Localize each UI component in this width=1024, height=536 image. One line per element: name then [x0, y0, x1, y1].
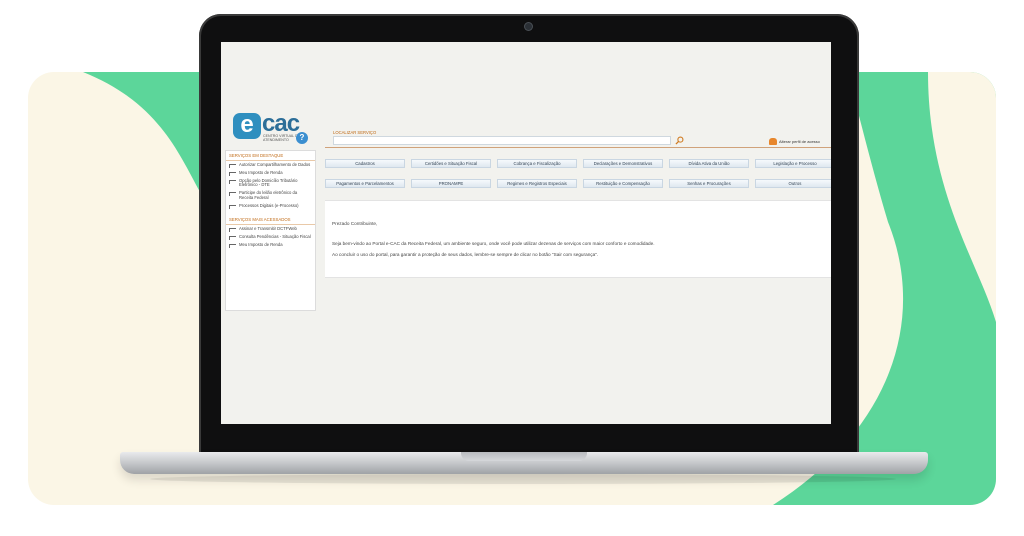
sidebar-highlight-title: SERVIÇOS EM DESTAQUE [226, 151, 315, 161]
service-button[interactable]: PRONAMPE [411, 179, 491, 188]
service-button[interactable]: Outros [755, 179, 831, 188]
laptop-base [120, 452, 928, 474]
sidebar-highlight-item[interactable]: Participe do leilão eletrônico da Receit… [226, 190, 315, 203]
service-button[interactable]: Declarações e Demonstrativos [583, 159, 663, 168]
sidebar-accessed-item[interactable]: Meu Imposto de Renda [226, 241, 315, 249]
search-label: LOCALIZAR SERVIÇO [333, 130, 377, 135]
sidebar-accessed-list: Assinar e Transmitir DCTFWeb Consulta Pen… [226, 225, 315, 249]
link-arrow-icon [229, 179, 236, 184]
camera-icon [525, 23, 532, 30]
service-button[interactable]: Cobrança e Fiscalização [497, 159, 577, 168]
sidebar-highlight-item-label: Opção pelo Domicílio Tributário Eletrôni… [239, 177, 298, 188]
link-arrow-icon [229, 171, 236, 176]
sidebar-highlight-item-label: Meu Imposto de Renda [239, 169, 283, 175]
sidebar-highlight-item[interactable]: Processos Digitais (e-Processo) [226, 202, 315, 210]
logo-letter: e [233, 113, 261, 139]
search-input[interactable] [333, 136, 671, 145]
link-arrow-icon [229, 192, 236, 197]
service-button[interactable]: Cadastros [325, 159, 405, 168]
welcome-panel: Prezado Contribuinte, Seja bem-vindo ao … [325, 200, 831, 278]
sidebar-highlight-item[interactable]: Meu Imposto de Renda [226, 169, 315, 177]
sidebar-highlight-item-label: Autorizar Compartilhamento de Dados [239, 161, 311, 167]
laptop-shadow [150, 474, 896, 484]
link-arrow-icon [229, 163, 236, 168]
service-button[interactable]: Dívida Ativa da União [669, 159, 749, 168]
sidebar-accessed-item-label: Consulta Pendências - Situação Fiscal [239, 233, 311, 239]
service-button[interactable]: Senhas e Procurações [669, 179, 749, 188]
link-arrow-icon [229, 227, 236, 232]
sidebar-highlight-list: Autorizar Compartilhamento de Dados Meu I… [226, 161, 315, 210]
service-button[interactable]: Legislação e Processo [755, 159, 831, 168]
laptop-notch [461, 452, 587, 461]
help-icon[interactable]: ? [296, 132, 308, 144]
welcome-line-1: Seja bem-vindo ao Portal e-CAC da Receit… [332, 241, 655, 246]
service-button[interactable]: Certidões e Situação Fiscal [411, 159, 491, 168]
link-arrow-icon [229, 235, 236, 240]
services-menu: Cadastros Certidões e Situação Fiscal Cobr… [325, 154, 831, 198]
service-button[interactable]: Pagamentos e Parcelamentos [325, 179, 405, 188]
service-button[interactable]: Restituição e Compensação [583, 179, 663, 188]
change-profile-button[interactable]: Alterar perfil de acesso [766, 137, 831, 146]
header-divider [325, 147, 831, 148]
link-arrow-icon [229, 243, 236, 248]
sidebar-highlight-item[interactable]: Opção pelo Domicílio Tributário Eletrôni… [226, 177, 315, 190]
welcome-line-2: Ao concluir o uso do portal, para garant… [332, 252, 599, 257]
service-button[interactable]: Regimes e Registros Especiais [497, 179, 577, 188]
link-arrow-icon [229, 204, 236, 209]
sidebar-highlight-item-label: Processos Digitais (e-Processo) [239, 202, 299, 208]
ecac-logo[interactable]: e cac CENTRO VIRTUAL DE ATENDIMENTO [231, 110, 321, 149]
sidebar: SERVIÇOS EM DESTAQUE Autorizar Compartil… [225, 150, 316, 311]
sidebar-accessed-item[interactable]: Consulta Pendências - Situação Fiscal [226, 233, 315, 241]
welcome-greeting: Prezado Contribuinte, [332, 221, 378, 226]
sidebar-accessed-title: SERVIÇOS MAIS ACESSADOS [226, 215, 315, 226]
sidebar-accessed-item-label: Meu Imposto de Renda [239, 241, 283, 247]
sidebar-highlight-item[interactable]: Autorizar Compartilhamento de Dados [226, 161, 315, 169]
browser-screen: e cac CENTRO VIRTUAL DE ATENDIMENTO ? LO… [221, 42, 831, 424]
sidebar-accessed-item[interactable]: Assinar e Transmitir DCTFWeb [226, 225, 315, 233]
sidebar-accessed-item-label: Assinar e Transmitir DCTFWeb [239, 225, 297, 231]
user-group-icon [769, 138, 777, 145]
search-icon[interactable] [675, 136, 684, 145]
sidebar-highlight-item-label: Participe do leilão eletrônico da Receit… [239, 190, 298, 200]
change-profile-label: Alterar perfil de acesso [779, 139, 820, 144]
